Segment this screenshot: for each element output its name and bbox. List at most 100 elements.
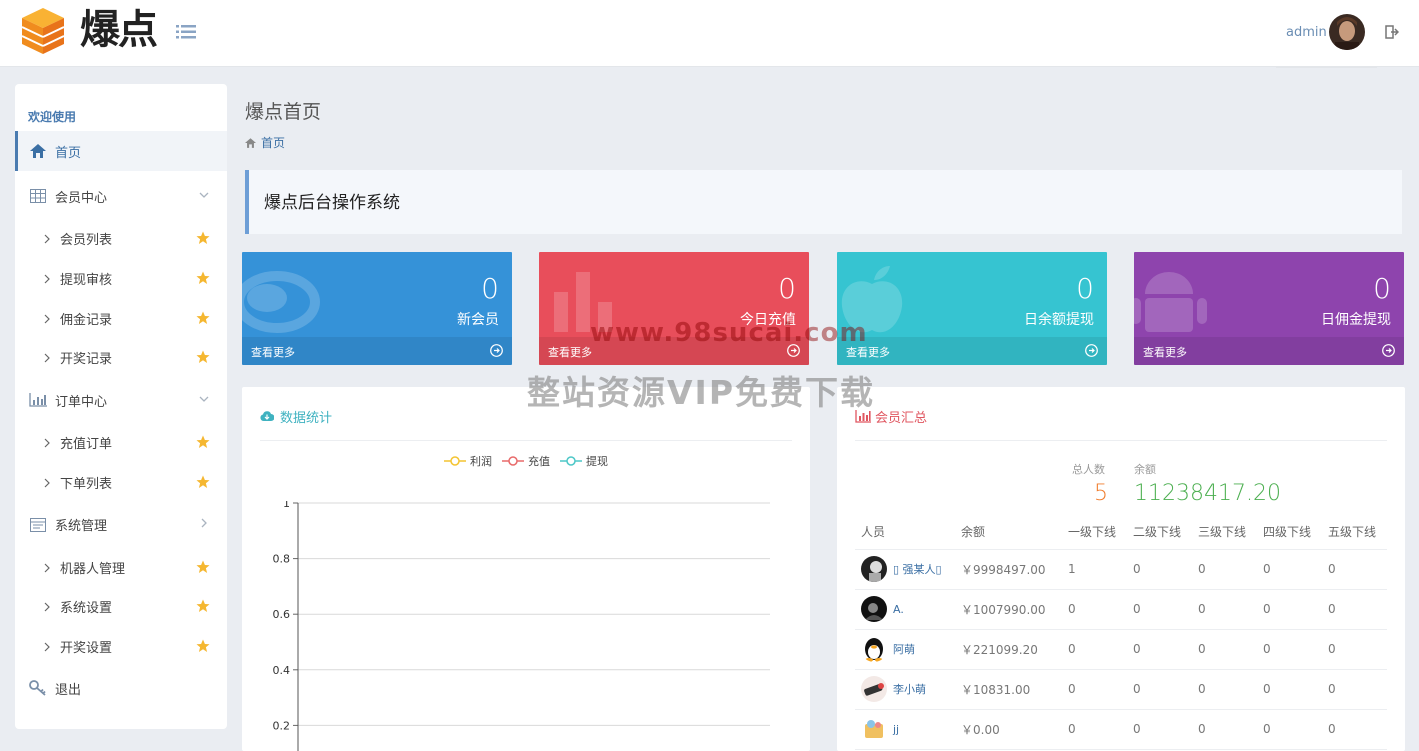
sidebar-sub-recharge-orders[interactable]: 充值订单 xyxy=(15,422,227,462)
stat-label: 日佣金提现 xyxy=(1321,312,1391,328)
level3-cell: 0 xyxy=(1192,629,1257,670)
stat-label: 日余额提现 xyxy=(1024,312,1094,328)
column-header: 二级下线 xyxy=(1127,515,1192,550)
sidebar-item-order-center[interactable]: 订单中心 xyxy=(15,380,227,420)
admin-avatar[interactable] xyxy=(1329,14,1365,50)
level4-cell: 0 xyxy=(1257,589,1322,630)
chevron-down-icon xyxy=(198,393,210,405)
menu-toggle-icon[interactable] xyxy=(176,24,196,40)
sidebar-sub-member-list[interactable]: 会员列表 xyxy=(15,218,227,258)
bar-chart-icon xyxy=(29,391,47,409)
view-more-link[interactable]: 查看更多 xyxy=(242,337,512,365)
sidebar-sub-commission-records[interactable]: 佣金记录 xyxy=(15,298,227,338)
level5-cell: 0 xyxy=(1322,589,1387,630)
panel-title: 数据统计 xyxy=(280,411,333,426)
level2-cell: 0 xyxy=(1127,549,1192,590)
stat-value: 0 xyxy=(778,272,796,305)
member-name-link[interactable]: ▯ 强某人▯ xyxy=(893,561,942,577)
star-icon xyxy=(196,475,210,489)
sidebar-sub-lottery-settings[interactable]: 开奖设置 xyxy=(15,626,227,666)
sidebar-item-label: 订单中心 xyxy=(55,394,108,410)
level2-cell: 0 xyxy=(1127,669,1192,710)
member-name-link[interactable]: jj xyxy=(893,723,899,736)
level2-cell: 0 xyxy=(1127,709,1192,750)
member-cell: 阿萌 xyxy=(855,629,955,670)
notice-banner: 爆点后台操作系统 xyxy=(245,170,1402,234)
view-more-link[interactable]: 查看更多 xyxy=(837,337,1107,365)
chevron-right-icon xyxy=(42,562,52,573)
chart-y-tick-label: 0.6 xyxy=(273,608,291,621)
star-icon xyxy=(196,639,210,653)
data-statistics-panel: 数据统计 利润 充值 提现 1 0.8 0.6 0.4 0.2 xyxy=(242,387,810,751)
sidebar-item-label: 首页 xyxy=(55,145,82,161)
sidebar-sub-label: 系统设置 xyxy=(60,600,113,616)
stat-card-new-members: 0 新会员 查看更多 xyxy=(242,252,512,365)
logout-icon[interactable] xyxy=(1385,25,1401,41)
legend-item-recharge[interactable]: 充值 xyxy=(502,453,550,469)
chevron-right-icon xyxy=(42,477,52,488)
chevron-right-icon xyxy=(42,641,52,652)
balance-cell: ￥10831.00 xyxy=(955,669,1062,710)
total-members-value: 5 xyxy=(1094,481,1108,506)
sidebar-sub-lottery-records[interactable]: 开奖记录 xyxy=(15,337,227,377)
sidebar-item-logout[interactable]: 退出 xyxy=(15,668,227,708)
star-icon xyxy=(196,311,210,325)
legend-item-profit[interactable]: 利润 xyxy=(444,453,492,469)
level3-cell: 0 xyxy=(1192,669,1257,710)
legend-label: 利润 xyxy=(470,455,492,468)
chevron-right-icon xyxy=(42,601,52,612)
android-icon xyxy=(1134,262,1219,346)
view-more-link[interactable]: 查看更多 xyxy=(1134,337,1404,365)
member-name-link[interactable]: A. xyxy=(893,603,904,616)
sidebar-sub-order-list[interactable]: 下单列表 xyxy=(15,462,227,502)
chart-y-tick-label: 0.8 xyxy=(273,553,291,566)
sidebar-sub-label: 机器人管理 xyxy=(60,561,126,577)
level1-cell: 0 xyxy=(1062,629,1127,670)
table-icon xyxy=(29,187,47,205)
column-header: 一级下线 xyxy=(1062,515,1127,550)
member-cell: ▯ 强某人▯ xyxy=(855,549,955,590)
column-header: 三级下线 xyxy=(1192,515,1257,550)
member-name-link[interactable]: 阿萌 xyxy=(893,641,915,657)
member-cell: 李小萌 xyxy=(855,669,955,710)
sidebar-sub-withdraw-review[interactable]: 提现审核 xyxy=(15,258,227,298)
level5-cell: 0 xyxy=(1322,549,1387,590)
legend-item-withdraw[interactable]: 提现 xyxy=(560,453,608,469)
sidebar-sub-label: 充值订单 xyxy=(60,436,113,452)
penguin-avatar xyxy=(861,636,887,662)
admin-username[interactable]: admin xyxy=(1286,25,1327,40)
level2-cell: 0 xyxy=(1127,589,1192,630)
sidebar-item-home[interactable]: 首页 xyxy=(15,131,227,171)
breadcrumb-home-link[interactable]: 首页 xyxy=(261,134,285,151)
member-name-link[interactable]: 李小萌 xyxy=(893,681,926,697)
legend-label: 提现 xyxy=(586,455,608,468)
level3-cell: 0 xyxy=(1192,549,1257,590)
breadcrumb: 首页 xyxy=(245,134,285,151)
sidebar-item-label: 退出 xyxy=(55,682,82,698)
stat-value: 0 xyxy=(1373,272,1391,305)
star-icon xyxy=(196,560,210,574)
topbar-divider xyxy=(1276,66,1377,68)
balance-cell: ￥9998497.00 xyxy=(955,549,1062,590)
sidebar-item-member-center[interactable]: 会员中心 xyxy=(15,176,227,216)
total-balance-value: 11238417.20 xyxy=(1134,481,1281,506)
table-row: ▯ 强某人▯ ￥9998497.00 1 0 0 0 0 xyxy=(855,549,1387,590)
arrow-circle-right-icon xyxy=(1382,344,1395,357)
arrow-circle-right-icon xyxy=(490,344,503,357)
sidebar-item-system[interactable]: 系统管理 xyxy=(15,504,227,544)
column-header: 余额 xyxy=(955,515,1062,550)
sidebar-sub-system-settings[interactable]: 系统设置 xyxy=(15,586,227,626)
panel-title: 会员汇总 xyxy=(875,411,928,426)
sidebar-sub-robot-management[interactable]: 机器人管理 xyxy=(15,547,227,587)
chart-y-tick-label: 0.4 xyxy=(273,664,291,677)
chart-y-tick-label: 0.2 xyxy=(273,719,291,732)
level3-cell: 0 xyxy=(1192,589,1257,630)
member-avatar xyxy=(861,556,887,582)
home-icon xyxy=(29,142,47,160)
panel-header: 数据统计 xyxy=(260,407,332,426)
sidebar-sub-label: 开奖设置 xyxy=(60,640,113,656)
notice-text: 爆点后台操作系统 xyxy=(264,193,400,213)
level5-cell: 0 xyxy=(1322,709,1387,750)
level1-cell: 0 xyxy=(1062,669,1127,710)
view-more-label: 查看更多 xyxy=(548,346,592,359)
